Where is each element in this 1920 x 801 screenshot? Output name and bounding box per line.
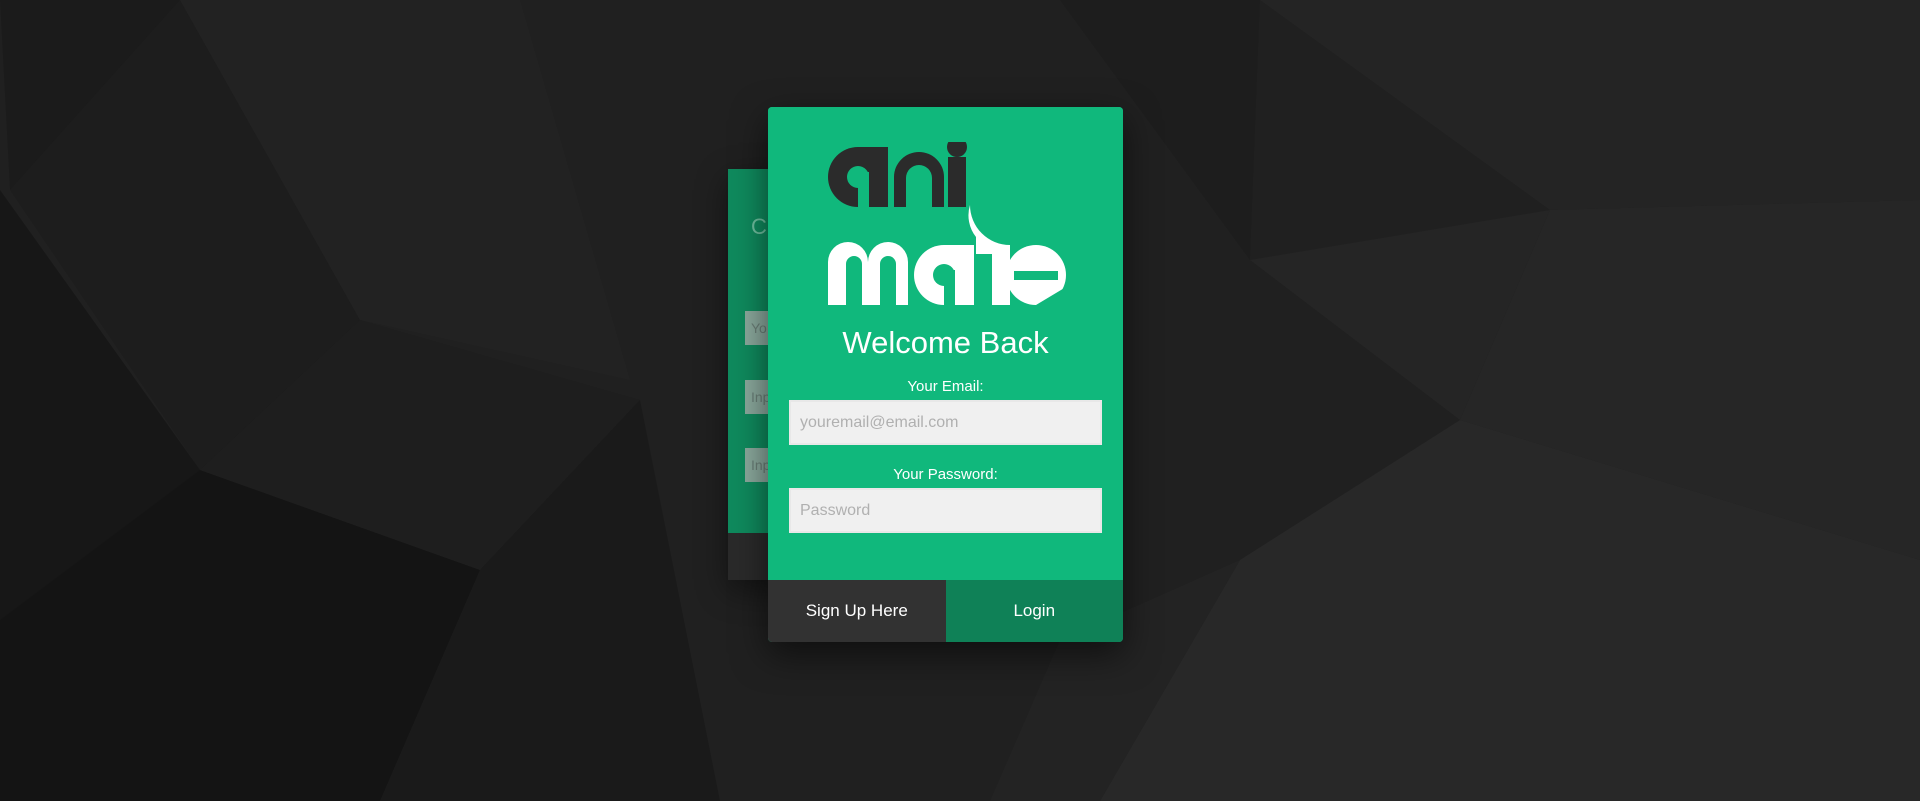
logo-text-ani — [828, 142, 967, 207]
logo-text-mate — [828, 205, 1066, 305]
back-card-title: C — [751, 214, 767, 239]
login-card: Welcome Back Your Email: Your Password: … — [768, 107, 1123, 642]
password-label: Your Password: — [893, 466, 998, 483]
page-title: Welcome Back — [842, 325, 1049, 360]
login-button[interactable]: Login — [945, 580, 1123, 642]
animate-logo — [828, 142, 1066, 305]
email-label: Your Email: — [907, 378, 984, 395]
email-field[interactable] — [789, 400, 1102, 445]
login-card-body: Welcome Back Your Email: Your Password: — [768, 107, 1123, 580]
password-field[interactable] — [789, 488, 1102, 533]
signup-button[interactable]: Sign Up Here — [768, 580, 946, 642]
